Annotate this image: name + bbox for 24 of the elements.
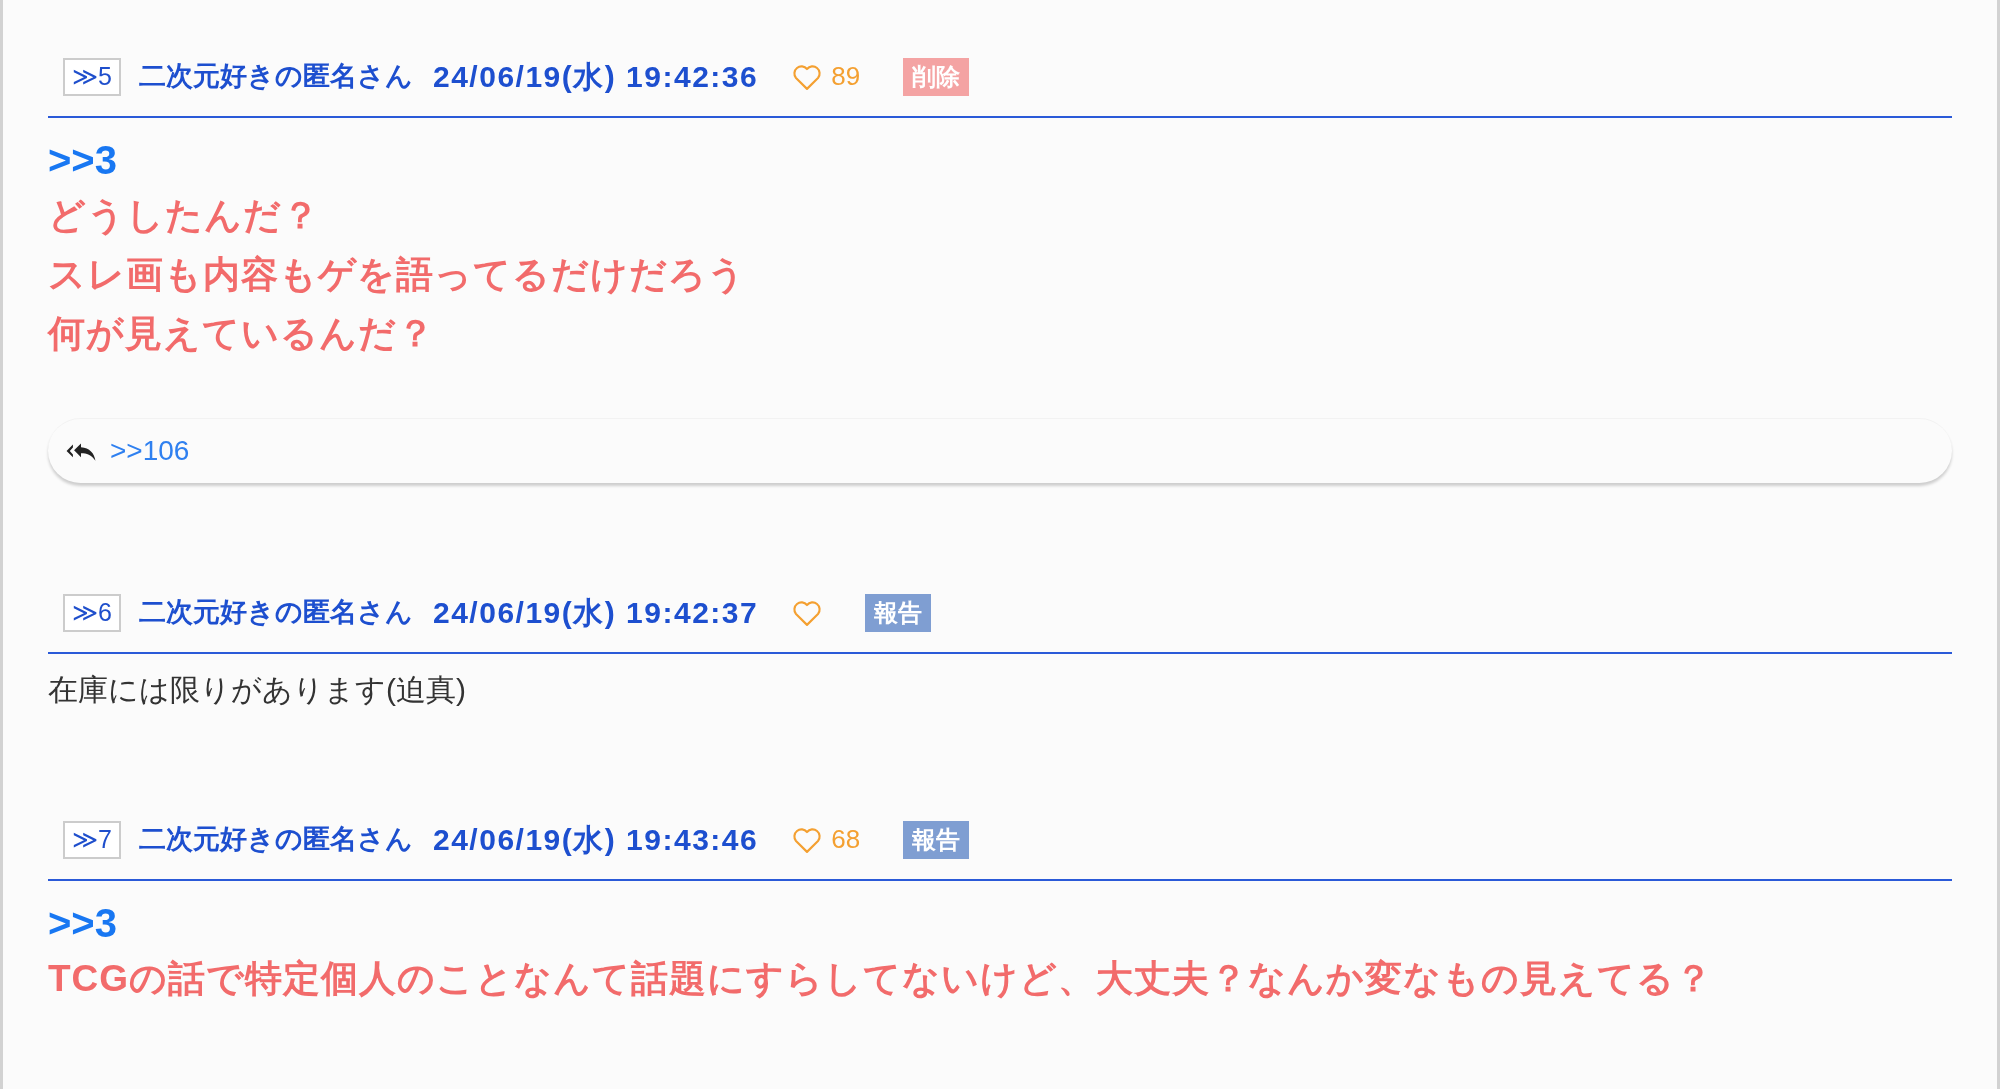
reply-link[interactable]: >>106 xyxy=(110,430,190,472)
report-button[interactable]: 報告 xyxy=(865,593,932,632)
post-datetime: 24/06/19(水) 19:42:36 xyxy=(433,59,759,95)
like-count: 68 xyxy=(831,823,861,856)
post-datetime: 24/06/19(水) 19:43:46 xyxy=(433,822,759,858)
heart-icon[interactable] xyxy=(792,598,823,627)
author-name: 二次元好きの匿名さん xyxy=(139,823,413,857)
report-button[interactable]: 報告 xyxy=(903,820,970,859)
post-text: どうしたんだ？ xyxy=(48,195,320,236)
post-number-button[interactable]: ≫7 xyxy=(63,820,121,859)
post-text: TCGの話で特定個人のことなんて話題にすらしてないけど、大丈夫？なんか変なもの見えてる？ xyxy=(48,958,1714,999)
anchor-link[interactable]: >>3 xyxy=(48,901,117,945)
post-text: 何が見えているんだ？ xyxy=(48,313,435,354)
author-name: 二次元好きの匿名さん xyxy=(139,60,413,94)
like-count: 89 xyxy=(831,60,861,93)
post-number-button[interactable]: ≫6 xyxy=(63,593,121,632)
post-datetime: 24/06/19(水) 19:42:37 xyxy=(433,595,759,631)
anchor-link[interactable]: >>3 xyxy=(48,138,117,182)
author-name: 二次元好きの匿名さん xyxy=(139,596,413,630)
heart-icon[interactable] xyxy=(792,62,823,91)
post-text: 在庫には限りがあります(迫真) xyxy=(48,673,466,706)
post-text: スレ画も内容もゲを語ってるだけだろう xyxy=(48,254,746,295)
post-number-button[interactable]: ≫5 xyxy=(63,57,121,96)
heart-icon[interactable] xyxy=(792,825,823,854)
